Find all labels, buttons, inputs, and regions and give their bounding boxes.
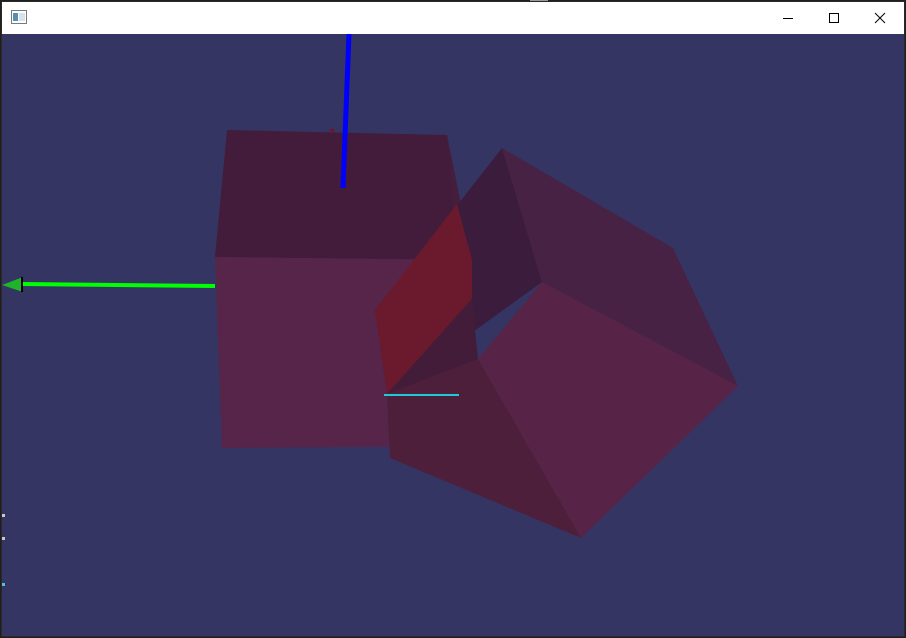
y-axis-line [21,282,216,288]
edge-artifact [2,583,5,586]
scene-canvas[interactable] [2,34,904,636]
y-axis-arrowhead [2,277,23,292]
minimize-button[interactable] [765,2,811,34]
3d-viewport[interactable] [2,34,904,636]
title-bar[interactable] [2,2,904,35]
minimize-icon [783,18,793,19]
maximize-button[interactable] [811,2,857,34]
close-icon [874,12,886,24]
close-button[interactable] [857,2,903,34]
app-window-icon [11,10,27,24]
maximize-icon [829,13,839,23]
edge-artifact [2,537,5,540]
edge-artifact [2,514,5,517]
z-axis-marker [329,128,335,132]
app-window [2,2,904,636]
